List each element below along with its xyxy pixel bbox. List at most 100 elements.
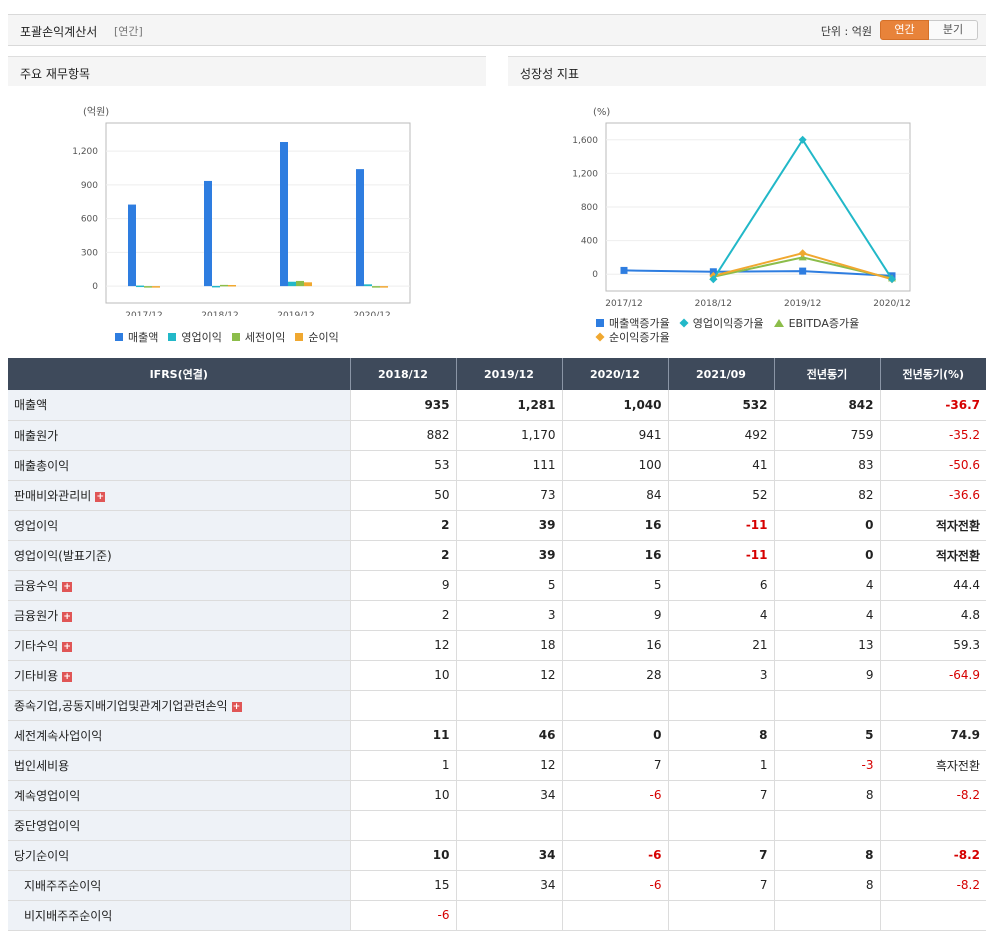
annual-toggle-button[interactable]: 연간	[880, 20, 929, 40]
legend-item[interactable]: 세전이익	[231, 330, 285, 344]
legend-item[interactable]: 순이익증가율	[595, 330, 670, 344]
table-row: 영업이익 2 39 16 -11 0 적자전환	[8, 510, 986, 541]
table-cell: 11	[349, 720, 456, 751]
table-cell: 3	[455, 600, 562, 631]
table-cell: -3	[773, 750, 880, 781]
table-row: 매출총이익 53 111 100 41 83 -50.6	[8, 450, 986, 481]
table-row: 법인세비용 1 12 7 1 -3 흑자전환	[8, 750, 986, 781]
bar-1-2018/12	[204, 180, 212, 287]
row-label-text: 기타수익	[14, 638, 59, 653]
legend-item[interactable]: 순이익	[295, 330, 339, 344]
table-row: 금융원가 +2 3 9 4 4 4.8	[8, 600, 986, 631]
bar-x-tick-label: 2019/12	[277, 311, 314, 316]
table-cell: 7	[667, 840, 774, 871]
row-label[interactable]: 종속기업,공동지배기업및관계기업관련손익 +	[8, 690, 350, 721]
legend-label: 순이익	[308, 331, 339, 344]
line-y-tick-label: 400	[581, 237, 598, 247]
table-row: 중단영업이익	[8, 810, 986, 841]
legend-item[interactable]: 영업이익증가율	[679, 316, 764, 330]
table-cell: 15	[349, 870, 456, 901]
legend-swatch	[596, 319, 604, 327]
row-label[interactable]: 판매비와관리비 +	[8, 480, 350, 511]
table-cell: 74.9	[879, 720, 986, 751]
table-cell: 82	[773, 480, 880, 511]
table-cell: 2	[349, 600, 456, 631]
row-label-text: 매출원가	[14, 428, 59, 443]
table-cell	[773, 900, 880, 931]
expand-plus-icon[interactable]: +	[231, 701, 242, 712]
table-cell: -6	[349, 900, 456, 931]
legend-swatch	[231, 333, 240, 341]
row-label: 당기순이익	[8, 840, 350, 871]
row-label[interactable]: 기타수익 +	[8, 630, 350, 661]
table-cell: 73	[455, 480, 562, 511]
bar-y-axis-label: (억원)	[83, 106, 109, 118]
table-cell: 1	[349, 750, 456, 781]
table-cell: 882	[349, 420, 456, 451]
legend-swatch	[168, 333, 177, 341]
table-cell: 100	[561, 450, 668, 481]
table-cell: 적자전환	[879, 540, 986, 571]
table-row: 판매비와관리비 +50 73 84 52 82 -36.6	[8, 480, 986, 511]
row-label: 매출액	[8, 390, 350, 421]
bar-3-2019/12	[296, 280, 304, 287]
row-label: 법인세비용	[8, 750, 350, 781]
legend-item[interactable]: 매출액	[115, 330, 158, 344]
table-row: 지배주주순이익 15 34 -6 7 8 -8.2	[8, 870, 986, 901]
line-y-axis-label: (%)	[593, 107, 610, 118]
period-tag: [연간]	[114, 25, 143, 38]
table-cell: 8	[667, 720, 774, 751]
table-cell: 4	[773, 570, 880, 601]
expand-plus-icon[interactable]: +	[62, 671, 73, 682]
quarter-toggle-button[interactable]: 분기	[929, 20, 978, 40]
row-label-text: 계속영업이익	[14, 788, 81, 803]
header-period: 전년동기(%)	[879, 358, 986, 390]
table-cell: 7	[667, 780, 774, 811]
table-cell: 84	[561, 480, 668, 511]
legend-item[interactable]: EBITDA증가율	[773, 316, 859, 330]
row-label[interactable]: 기타비용 +	[8, 660, 350, 691]
table-cell: 1	[667, 750, 774, 781]
row-label-text: 판매비와관리비	[14, 488, 92, 503]
table-cell: 59.3	[879, 630, 986, 661]
table-cell: 7	[667, 870, 774, 901]
row-label[interactable]: 금융수익 +	[8, 570, 350, 601]
legend-item[interactable]: 매출액증가율	[596, 316, 670, 330]
table-cell: 8	[773, 870, 880, 901]
bar-4-2017/12	[152, 286, 160, 288]
expand-plus-icon[interactable]: +	[62, 611, 73, 622]
table-cell: -50.6	[879, 450, 986, 481]
row-label-text: 중단영업이익	[14, 818, 81, 833]
expand-plus-icon[interactable]: +	[62, 641, 73, 652]
header-period: 전년동기	[773, 358, 880, 390]
table-cell: 12	[455, 750, 562, 781]
bar-x-tick-label: 2017/12	[125, 311, 162, 316]
table-cell: 16	[561, 630, 668, 661]
income-statement-table: IFRS(연결) 2018/12 2019/12 2020/12 2021/09 전년동기…	[8, 358, 986, 931]
row-label[interactable]: 금융원가 +	[8, 600, 350, 631]
legend-swatch	[115, 333, 123, 341]
table-cell: -8.2	[879, 780, 986, 811]
table-cell: 21	[667, 630, 774, 661]
expand-plus-icon[interactable]: +	[62, 581, 73, 592]
legend-item[interactable]: 영업이익	[168, 330, 222, 344]
expand-plus-icon[interactable]: +	[95, 491, 106, 502]
line-x-tick-label: 2019/12	[784, 299, 821, 309]
row-label-text: 기타비용	[14, 668, 59, 683]
row-label-text: 영업이익	[14, 518, 59, 533]
table-row: 세전계속사업이익 11 46 0 8 5 74.9	[8, 720, 986, 751]
table-cell: 41	[667, 450, 774, 481]
table-cell: -11	[667, 540, 774, 571]
line-y-tick-label: 1,600	[572, 136, 598, 146]
table-cell: 4	[773, 600, 880, 631]
table-row: 기타수익 +12 18 16 21 13 59.3	[8, 630, 986, 661]
legend-swatch	[773, 319, 784, 327]
bar-2-2017/12	[136, 285, 144, 288]
bar-2-2020/12	[364, 284, 372, 287]
row-label: 영업이익	[8, 510, 350, 541]
header-period: 2021/09	[667, 358, 774, 390]
bar-1-2019/12	[280, 142, 288, 287]
table-cell: -64.9	[879, 660, 986, 691]
legend-swatch	[595, 332, 605, 342]
legend-label: 영업이익증가율	[692, 317, 764, 330]
